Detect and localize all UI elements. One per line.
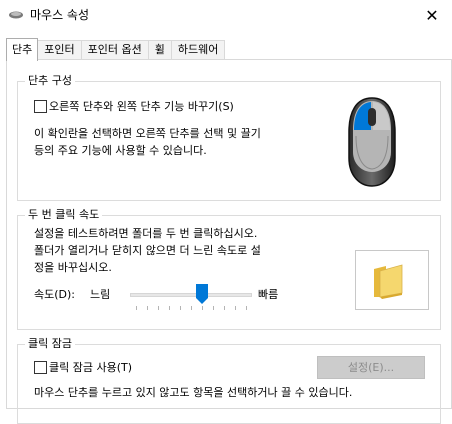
- mouse-icon: [9, 11, 23, 19]
- slider-tick: [246, 306, 247, 310]
- tab-wheel[interactable]: 휠: [147, 40, 172, 60]
- slider-tick: [202, 306, 203, 310]
- window-title: 마우스 속성: [30, 8, 90, 22]
- title-bar: 마우스 속성 ✕: [0, 0, 452, 30]
- tab-pointers[interactable]: 포인터: [37, 40, 82, 60]
- click-lock-title: 클릭 잠금: [25, 337, 75, 351]
- slider-tick: [158, 306, 159, 310]
- click-lock-label[interactable]: 클릭 잠금 사용(T): [49, 359, 132, 376]
- tab-panel: 단추 구성 오른쪽 단추와 왼쪽 단추 기능 바꾸기(S) 이 확인란을 선택하…: [6, 59, 452, 424]
- slider-tick: [147, 306, 148, 310]
- double-click-description-1: 설정을 테스트하려면 폴더를 두 번 클릭하십시오.: [34, 227, 258, 240]
- double-click-description-3: 정을 바꾸십시오.: [34, 261, 112, 274]
- double-click-group: 두 번 클릭 속도 설정을 테스트하려면 폴더를 두 번 클릭하십시오. 폴더가…: [17, 208, 441, 330]
- double-click-speed-slider[interactable]: [130, 284, 252, 312]
- click-lock-group: 클릭 잠금 클릭 잠금 사용(T) 설정(E)... 마우스 단추를 누르고 있…: [17, 337, 441, 424]
- slider-tick: [213, 306, 214, 310]
- tab-strip: 단추 포인터 포인터 옵션 휠 하드웨어: [6, 38, 226, 61]
- speed-label: 속도(D):: [34, 288, 75, 301]
- tab-buttons[interactable]: 단추: [6, 38, 39, 61]
- slider-tick: [235, 306, 236, 310]
- button-config-title: 단추 구성: [25, 74, 75, 88]
- slider-tick: [224, 306, 225, 310]
- click-lock-checkbox[interactable]: [34, 361, 47, 374]
- slow-label: 느림: [90, 288, 111, 301]
- double-click-description-2: 폴더가 열리거나 닫히지 않으면 더 느린 속도로 설: [34, 244, 261, 257]
- slider-ticks: [130, 306, 252, 311]
- fast-label: 빠름: [258, 288, 279, 301]
- mouse-image-icon: [348, 97, 396, 187]
- close-button[interactable]: ✕: [412, 0, 452, 30]
- folder-icon[interactable]: [372, 263, 406, 299]
- button-config-group: 단추 구성 오른쪽 단추와 왼쪽 단추 기능 바꾸기(S) 이 확인란을 선택하…: [17, 74, 441, 201]
- button-config-description-1: 이 확인란을 선택하면 오른쪽 단추를 선택 및 끌기: [34, 127, 261, 140]
- close-icon: ✕: [425, 5, 439, 25]
- tab-hardware[interactable]: 하드웨어: [170, 40, 226, 60]
- slider-thumb[interactable]: [196, 284, 208, 304]
- swap-buttons-label[interactable]: 오른쪽 단추와 왼쪽 단추 기능 바꾸기(S): [49, 98, 234, 115]
- tab-pointer-options[interactable]: 포인터 옵션: [80, 40, 149, 60]
- swap-buttons-checkbox[interactable]: [34, 100, 47, 113]
- button-config-description-2: 등의 주요 기능에 사용할 수 있습니다.: [34, 144, 207, 157]
- click-lock-settings-button[interactable]: 설정(E)...: [317, 356, 425, 379]
- test-folder-area[interactable]: [355, 250, 429, 310]
- slider-tick: [191, 306, 192, 310]
- slider-tick: [169, 306, 170, 310]
- click-lock-description: 마우스 단추를 누르고 있지 않고도 항목을 선택하거나 끌 수 있습니다.: [34, 386, 353, 399]
- double-click-title: 두 번 클릭 속도: [25, 208, 103, 222]
- slider-tick: [180, 306, 181, 310]
- slider-tick: [136, 306, 137, 310]
- slider-track: [130, 293, 252, 297]
